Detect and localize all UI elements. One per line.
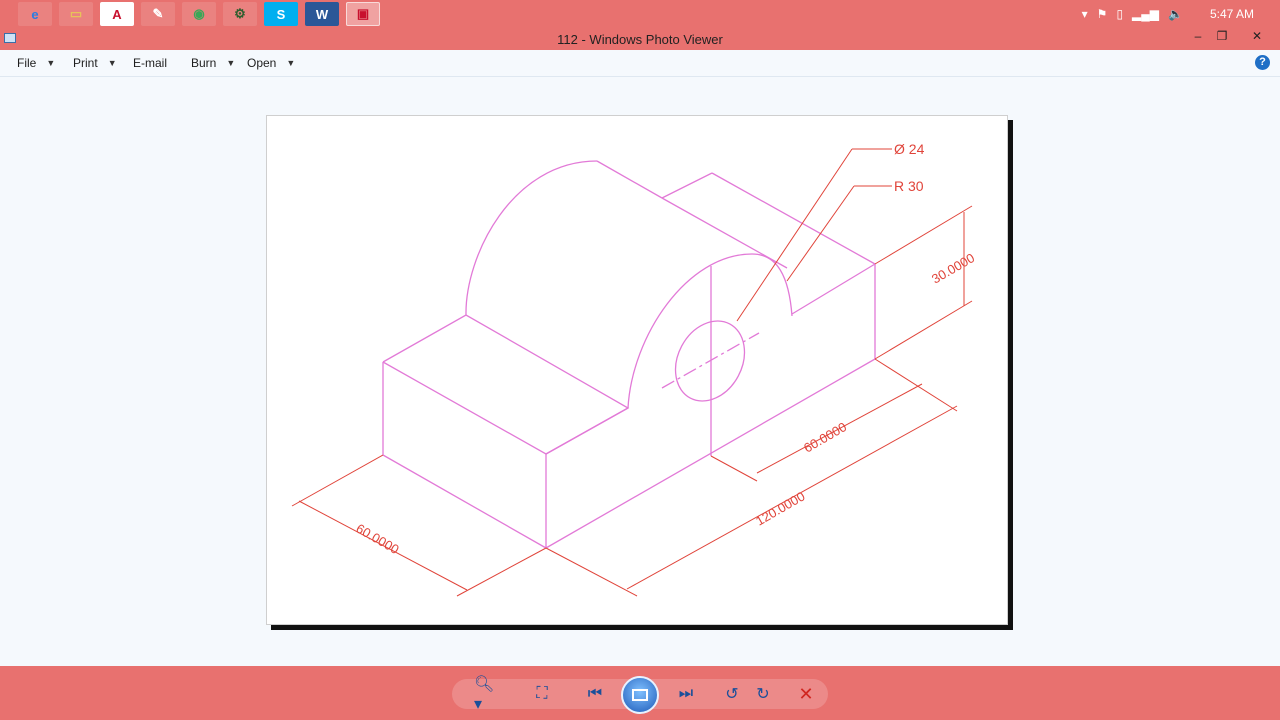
monitor-icon xyxy=(632,689,648,701)
navigation-bar: 🔍︎▾ ⛶ ⏮ ⏭ ↺ ↻ ✕ xyxy=(0,666,1280,720)
window-title: 112 - Windows Photo Viewer xyxy=(557,32,723,47)
burn-menu-label: Burn xyxy=(191,56,217,70)
word-icon[interactable]: W xyxy=(305,2,339,26)
restore-button[interactable]: ❐ xyxy=(1211,29,1233,43)
file-menu-label: File xyxy=(17,56,37,70)
slideshow-button[interactable] xyxy=(621,676,659,714)
rotate-clockwise-icon[interactable]: ↻ xyxy=(749,680,777,708)
skype-icon[interactable]: S xyxy=(264,2,298,26)
dimension-lines xyxy=(291,148,973,597)
chrome-icon[interactable]: ◉ xyxy=(182,2,216,26)
open-menu[interactable]: Open ▼ xyxy=(247,56,295,70)
email-label: E-mail xyxy=(133,56,168,70)
title-bar: 112 - Windows Photo Viewer – ❐ ✕ xyxy=(0,28,1280,50)
displayed-image: Ø 24 R 30 30.0000 60.0000 60.0000 120.00… xyxy=(266,115,1008,625)
chevron-down-icon: ▼ xyxy=(107,58,117,68)
print-menu[interactable]: Print ▼ xyxy=(73,56,117,70)
photo-viewer-icon[interactable]: ▣ xyxy=(346,2,380,26)
inner-length-dimension: 60.0000 xyxy=(801,419,849,455)
radius-label: R 30 xyxy=(894,178,924,194)
email-button[interactable]: E-mail xyxy=(133,56,167,70)
object-lines xyxy=(382,160,876,549)
delete-icon[interactable]: ✕ xyxy=(792,680,820,708)
zoom-icon[interactable]: 🔍︎▾ xyxy=(474,676,502,713)
open-menu-label: Open xyxy=(247,56,277,70)
burn-menu[interactable]: Burn ▼ xyxy=(191,56,235,70)
next-icon[interactable]: ⏭ xyxy=(672,680,700,708)
close-button[interactable]: ✕ xyxy=(1246,29,1268,43)
diameter-label: Ø 24 xyxy=(894,141,925,157)
previous-icon[interactable]: ⏮ xyxy=(581,680,609,708)
volume-icon[interactable]: 🔈 xyxy=(1168,7,1183,21)
help-icon[interactable]: ? xyxy=(1255,55,1270,70)
file-menu[interactable]: File ▼ xyxy=(17,56,55,70)
menu-bar: File ▼ Print ▼ E-mail Burn ▼ Open ▼ ? xyxy=(0,50,1280,77)
height-dimension: 30.0000 xyxy=(929,250,977,286)
chevron-down-icon: ▼ xyxy=(226,58,236,68)
file-explorer-icon[interactable]: ▭ xyxy=(59,2,93,26)
system-tray: ▾ ⚑ ▯ ▂▄▆ 🔈 5:47 AM xyxy=(1082,0,1280,28)
isometric-drawing: Ø 24 R 30 30.0000 60.0000 60.0000 120.00… xyxy=(291,141,978,597)
tools-icon[interactable]: ⚙ xyxy=(223,2,257,26)
autocad-icon[interactable]: A xyxy=(100,2,134,26)
length-dimension: 120.0000 xyxy=(753,488,807,528)
depth-dimension: 60.0000 xyxy=(354,521,402,557)
fit-to-window-icon[interactable]: ⛶ xyxy=(528,680,556,708)
image-viewport: Ø 24 R 30 30.0000 60.0000 60.0000 120.00… xyxy=(0,77,1280,666)
print-menu-label: Print xyxy=(73,56,98,70)
signal-icon[interactable]: ▂▄▆ xyxy=(1132,7,1159,21)
chevron-down-icon: ▼ xyxy=(46,58,56,68)
taskbar: e ▭ A ✎ ◉ ⚙ S W ▣ ▾ ⚑ ▯ ▂▄▆ 🔈 5:47 AM xyxy=(0,0,1280,28)
chevron-down-icon: ▼ xyxy=(286,58,296,68)
dimension-text: Ø 24 R 30 30.0000 60.0000 60.0000 120.00… xyxy=(354,141,978,557)
internet-explorer-icon[interactable]: e xyxy=(18,2,52,26)
minimize-button[interactable]: – xyxy=(1187,29,1209,43)
battery-icon[interactable]: ▯ xyxy=(1116,7,1123,21)
rotate-counterclockwise-icon[interactable]: ↺ xyxy=(718,680,746,708)
flag-icon[interactable]: ⚑ xyxy=(1097,7,1108,21)
clock[interactable]: 5:47 AM xyxy=(1210,7,1254,21)
paint-icon[interactable]: ✎ xyxy=(141,2,175,26)
chevron-up-icon[interactable]: ▾ xyxy=(1082,7,1088,21)
